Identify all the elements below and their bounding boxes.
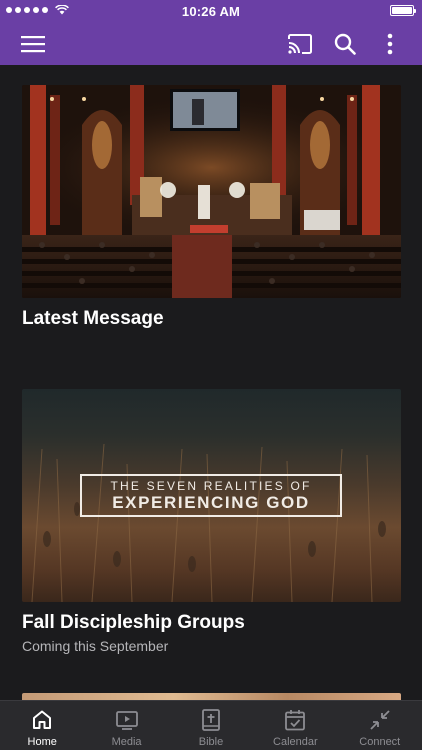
card-subtitle: Coming this September: [22, 638, 169, 654]
hamburger-menu-icon: [21, 36, 45, 53]
more-options-button[interactable]: [376, 30, 404, 58]
latest-message-card[interactable]: Latest Message: [22, 85, 401, 330]
tab-label: Connect: [359, 736, 401, 748]
cast-icon: [288, 34, 312, 54]
wheat-field-banner: THE SEVEN REALITIES OF EXPERIENCING GOD: [22, 389, 401, 602]
calendar-icon: [285, 710, 306, 731]
next-card-preview[interactable]: [22, 693, 401, 700]
tab-label: Home: [27, 736, 57, 748]
app-header: [0, 22, 422, 65]
bible-icon: [202, 709, 220, 731]
tab-home[interactable]: Home: [0, 701, 84, 750]
series-title-graphic: THE SEVEN REALITIES OF EXPERIENCING GOD: [80, 474, 342, 517]
menu-button[interactable]: [19, 30, 47, 58]
tab-calendar[interactable]: Calendar: [253, 701, 337, 750]
tab-bar: Home Media Bible Calendar Connect: [0, 700, 422, 750]
signal-strength: [6, 5, 69, 15]
more-vertical-icon: [387, 33, 393, 55]
series-title-line1: THE SEVEN REALITIES OF: [110, 479, 312, 493]
wifi-icon: [55, 5, 69, 15]
tab-label: Bible: [198, 736, 224, 748]
discipleship-groups-card[interactable]: THE SEVEN REALITIES OF EXPERIENCING GOD …: [22, 389, 401, 654]
clock: 10:26 AM: [181, 3, 241, 19]
search-button[interactable]: [331, 30, 359, 58]
tab-bible[interactable]: Bible: [169, 701, 253, 750]
connect-icon: [370, 710, 390, 730]
content-feed: Latest Message THE SEVEN REALITIES OF EX…: [0, 65, 422, 700]
status-bar: 10:26 AM: [0, 0, 422, 22]
tab-label: Media: [111, 736, 142, 748]
sanctuary-photo: [22, 85, 401, 298]
tab-label: Calendar: [273, 736, 318, 748]
battery-icon: [390, 5, 416, 16]
card-title: Fall Discipleship Groups: [22, 612, 245, 633]
card-title: Latest Message: [22, 308, 164, 329]
search-icon: [334, 33, 356, 55]
cast-button[interactable]: [286, 30, 314, 58]
tab-connect[interactable]: Connect: [338, 701, 422, 750]
series-title-line2: EXPERIENCING GOD: [112, 493, 310, 512]
home-icon: [33, 710, 52, 729]
media-icon: [115, 711, 138, 730]
tab-media[interactable]: Media: [84, 701, 168, 750]
